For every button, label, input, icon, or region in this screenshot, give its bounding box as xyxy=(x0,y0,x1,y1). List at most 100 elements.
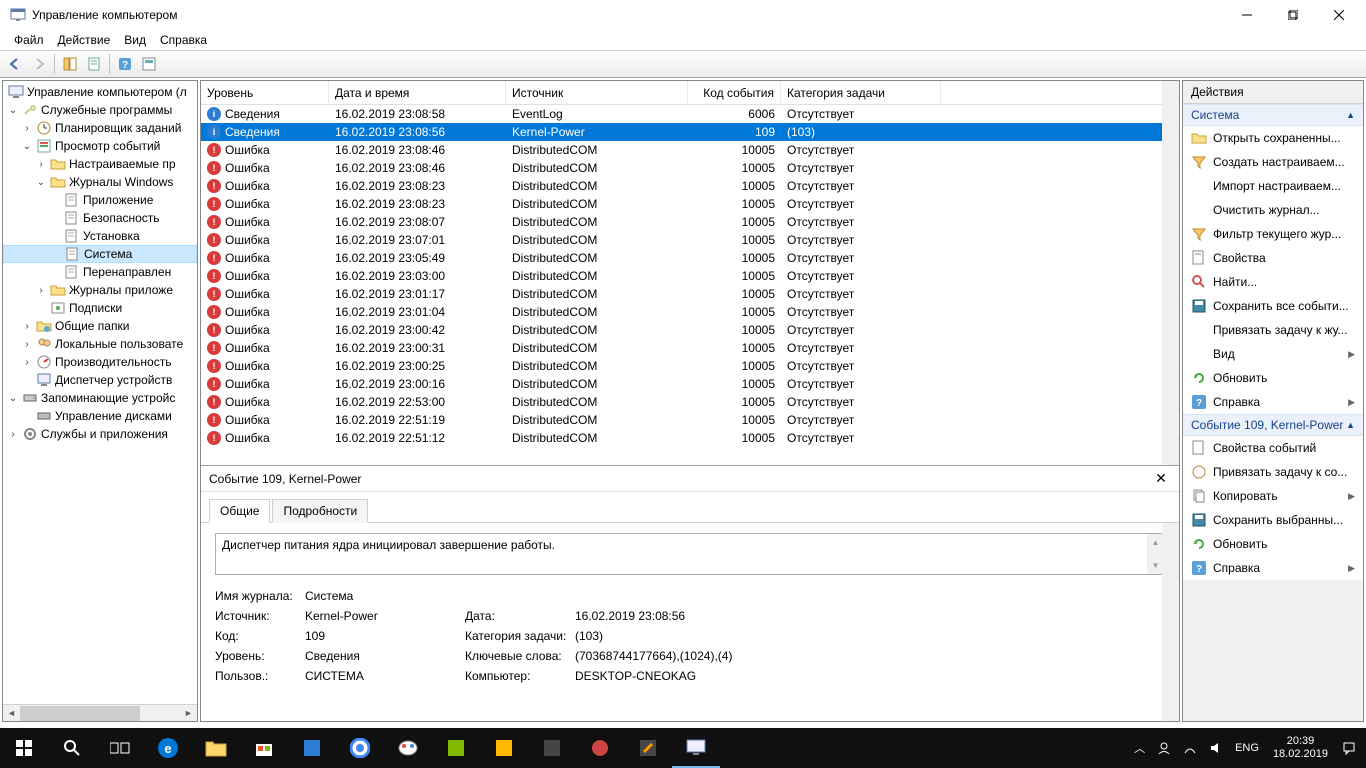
tab-general[interactable]: Общие xyxy=(209,499,270,523)
col-level[interactable]: Уровень xyxy=(201,81,329,104)
tree-winlogs[interactable]: ⌄Журналы Windows xyxy=(3,173,197,191)
action-refresh2[interactable]: Обновить xyxy=(1183,532,1363,556)
start-button[interactable] xyxy=(0,728,48,768)
expand-icon[interactable]: › xyxy=(35,159,47,170)
event-row[interactable]: !Ошибка16.02.2019 23:08:23DistributedCOM… xyxy=(201,177,1179,195)
action-import-custom[interactable]: Импорт настраиваем... xyxy=(1183,174,1363,198)
minimize-button[interactable] xyxy=(1224,0,1270,30)
tray-chevron-icon[interactable]: ︿ xyxy=(1128,740,1151,756)
tree-app-log[interactable]: Приложение xyxy=(3,191,197,209)
action-create-custom[interactable]: Создать настраиваем... xyxy=(1183,150,1363,174)
event-row[interactable]: !Ошибка16.02.2019 23:00:42DistributedCOM… xyxy=(201,321,1179,339)
tree-services[interactable]: ⌄Служебные программы xyxy=(3,101,197,119)
tree-customviews[interactable]: ›Настраиваемые пр xyxy=(3,155,197,173)
event-row[interactable]: !Ошибка16.02.2019 23:08:46DistributedCOM… xyxy=(201,159,1179,177)
help-button[interactable]: ? xyxy=(114,53,136,75)
tree-perf[interactable]: ›Производительность xyxy=(3,353,197,371)
col-category[interactable]: Категория задачи xyxy=(781,81,941,104)
action-view[interactable]: Вид▶ xyxy=(1183,342,1363,366)
taskbar-explorer[interactable] xyxy=(192,728,240,768)
back-button[interactable] xyxy=(4,53,26,75)
taskbar-edge[interactable]: e xyxy=(144,728,192,768)
expand-icon[interactable]: › xyxy=(21,357,33,368)
col-eventid[interactable]: Код события xyxy=(688,81,781,104)
event-row[interactable]: !Ошибка16.02.2019 22:51:12DistributedCOM… xyxy=(201,429,1179,447)
event-row[interactable]: !Ошибка16.02.2019 22:51:19DistributedCOM… xyxy=(201,411,1179,429)
event-row[interactable]: !Ошибка16.02.2019 23:00:16DistributedCOM… xyxy=(201,375,1179,393)
show-tree-button[interactable] xyxy=(59,53,81,75)
expand-icon[interactable]: ⌄ xyxy=(7,105,19,116)
menu-help[interactable]: Справка xyxy=(154,31,213,49)
action-filter[interactable]: Фильтр текущего жур... xyxy=(1183,222,1363,246)
action-refresh[interactable]: Обновить xyxy=(1183,366,1363,390)
expand-icon[interactable]: › xyxy=(21,339,33,350)
taskbar-app5[interactable] xyxy=(576,728,624,768)
action-properties[interactable]: Свойства xyxy=(1183,246,1363,270)
action-save-selected[interactable]: Сохранить выбранны... xyxy=(1183,508,1363,532)
event-row[interactable]: !Ошибка16.02.2019 23:08:46DistributedCOM… xyxy=(201,141,1179,159)
tree-eventviewer[interactable]: ⌄Просмотр событий xyxy=(3,137,197,155)
event-row[interactable]: !Ошибка16.02.2019 23:03:00DistributedCOM… xyxy=(201,267,1179,285)
event-row[interactable]: iСведения16.02.2019 23:08:56Kernel-Power… xyxy=(201,123,1179,141)
tree-hscrollbar[interactable]: ◄ ► xyxy=(3,704,197,721)
tray-language[interactable]: ENG xyxy=(1229,742,1265,754)
action-help[interactable]: ?Справка▶ xyxy=(1183,390,1363,414)
event-row[interactable]: !Ошибка16.02.2019 23:00:31DistributedCOM… xyxy=(201,339,1179,357)
maximize-button[interactable] xyxy=(1270,0,1316,30)
tab-details[interactable]: Подробности xyxy=(272,499,368,523)
taskbar-app4[interactable] xyxy=(528,728,576,768)
event-row[interactable]: iСведения16.02.2019 23:08:58EventLog6006… xyxy=(201,105,1179,123)
action-find[interactable]: Найти... xyxy=(1183,270,1363,294)
taskbar-compmgmt-active[interactable] xyxy=(672,728,720,768)
action-copy[interactable]: Копировать▶ xyxy=(1183,484,1363,508)
expand-icon[interactable]: › xyxy=(21,123,33,134)
tree-scheduler[interactable]: ›Планировщик заданий xyxy=(3,119,197,137)
action-event-attach[interactable]: Привязать задачу к со... xyxy=(1183,460,1363,484)
event-row[interactable]: !Ошибка16.02.2019 23:07:01DistributedCOM… xyxy=(201,231,1179,249)
taskbar-app3[interactable] xyxy=(480,728,528,768)
expand-icon[interactable]: › xyxy=(7,429,19,440)
tree-setup-log[interactable]: Установка xyxy=(3,227,197,245)
event-row[interactable]: !Ошибка16.02.2019 22:53:00DistributedCOM… xyxy=(201,393,1179,411)
search-button[interactable] xyxy=(48,728,96,768)
action-help2[interactable]: ?Справка▶ xyxy=(1183,556,1363,580)
tree-shared[interactable]: ›Общие папки xyxy=(3,317,197,335)
properties-button[interactable] xyxy=(83,53,105,75)
menu-action[interactable]: Действие xyxy=(52,31,117,49)
collapse-icon[interactable]: ⌄ xyxy=(21,141,33,152)
event-row[interactable]: !Ошибка16.02.2019 23:01:17DistributedCOM… xyxy=(201,285,1179,303)
extra-button[interactable] xyxy=(138,53,160,75)
action-open-saved[interactable]: Открыть сохраненны... xyxy=(1183,126,1363,150)
scroll-left-icon[interactable]: ◄ xyxy=(3,705,20,722)
col-source[interactable]: Источник xyxy=(506,81,688,104)
event-row[interactable]: !Ошибка16.02.2019 23:08:07DistributedCOM… xyxy=(201,213,1179,231)
tree-system-log[interactable]: Система xyxy=(3,245,197,263)
tray-volume-icon[interactable] xyxy=(1203,741,1229,755)
action-event-props[interactable]: Свойства событий xyxy=(1183,436,1363,460)
event-row[interactable]: !Ошибка16.02.2019 23:01:04DistributedCOM… xyxy=(201,303,1179,321)
event-row[interactable]: !Ошибка16.02.2019 23:05:49DistributedCOM… xyxy=(201,249,1179,267)
tree-sec-log[interactable]: Безопасность xyxy=(3,209,197,227)
menu-file[interactable]: Файл xyxy=(8,31,50,49)
tree-svcapps[interactable]: ›Службы и приложения xyxy=(3,425,197,443)
taskbar-app1[interactable] xyxy=(288,728,336,768)
tray-people-icon[interactable] xyxy=(1151,741,1177,755)
close-detail-button[interactable]: ✕ xyxy=(1151,469,1171,489)
actions-section-system[interactable]: Система▲ xyxy=(1183,104,1363,126)
event-row[interactable]: !Ошибка16.02.2019 23:00:25DistributedCOM… xyxy=(201,357,1179,375)
tree-applogs[interactable]: ›Журналы приложе xyxy=(3,281,197,299)
tree-root[interactable]: Управление компьютером (л xyxy=(3,83,197,101)
detail-vscrollbar[interactable] xyxy=(1162,523,1179,721)
tree-fwd-log[interactable]: Перенаправлен xyxy=(3,263,197,281)
tree-subs[interactable]: Подписки xyxy=(3,299,197,317)
actions-section-event[interactable]: Событие 109, Kernel-Power▲ xyxy=(1183,414,1363,436)
menu-view[interactable]: Вид xyxy=(118,31,152,49)
taskbar-store[interactable] xyxy=(240,728,288,768)
expand-icon[interactable]: › xyxy=(35,285,47,296)
event-row[interactable]: !Ошибка16.02.2019 23:08:23DistributedCOM… xyxy=(201,195,1179,213)
scroll-right-icon[interactable]: ► xyxy=(180,705,197,722)
tree-storage[interactable]: ⌄Запоминающие устройс xyxy=(3,389,197,407)
scroll-thumb[interactable] xyxy=(20,706,140,721)
action-attach-task[interactable]: Привязать задачу к жу... xyxy=(1183,318,1363,342)
taskbar-app2[interactable] xyxy=(432,728,480,768)
